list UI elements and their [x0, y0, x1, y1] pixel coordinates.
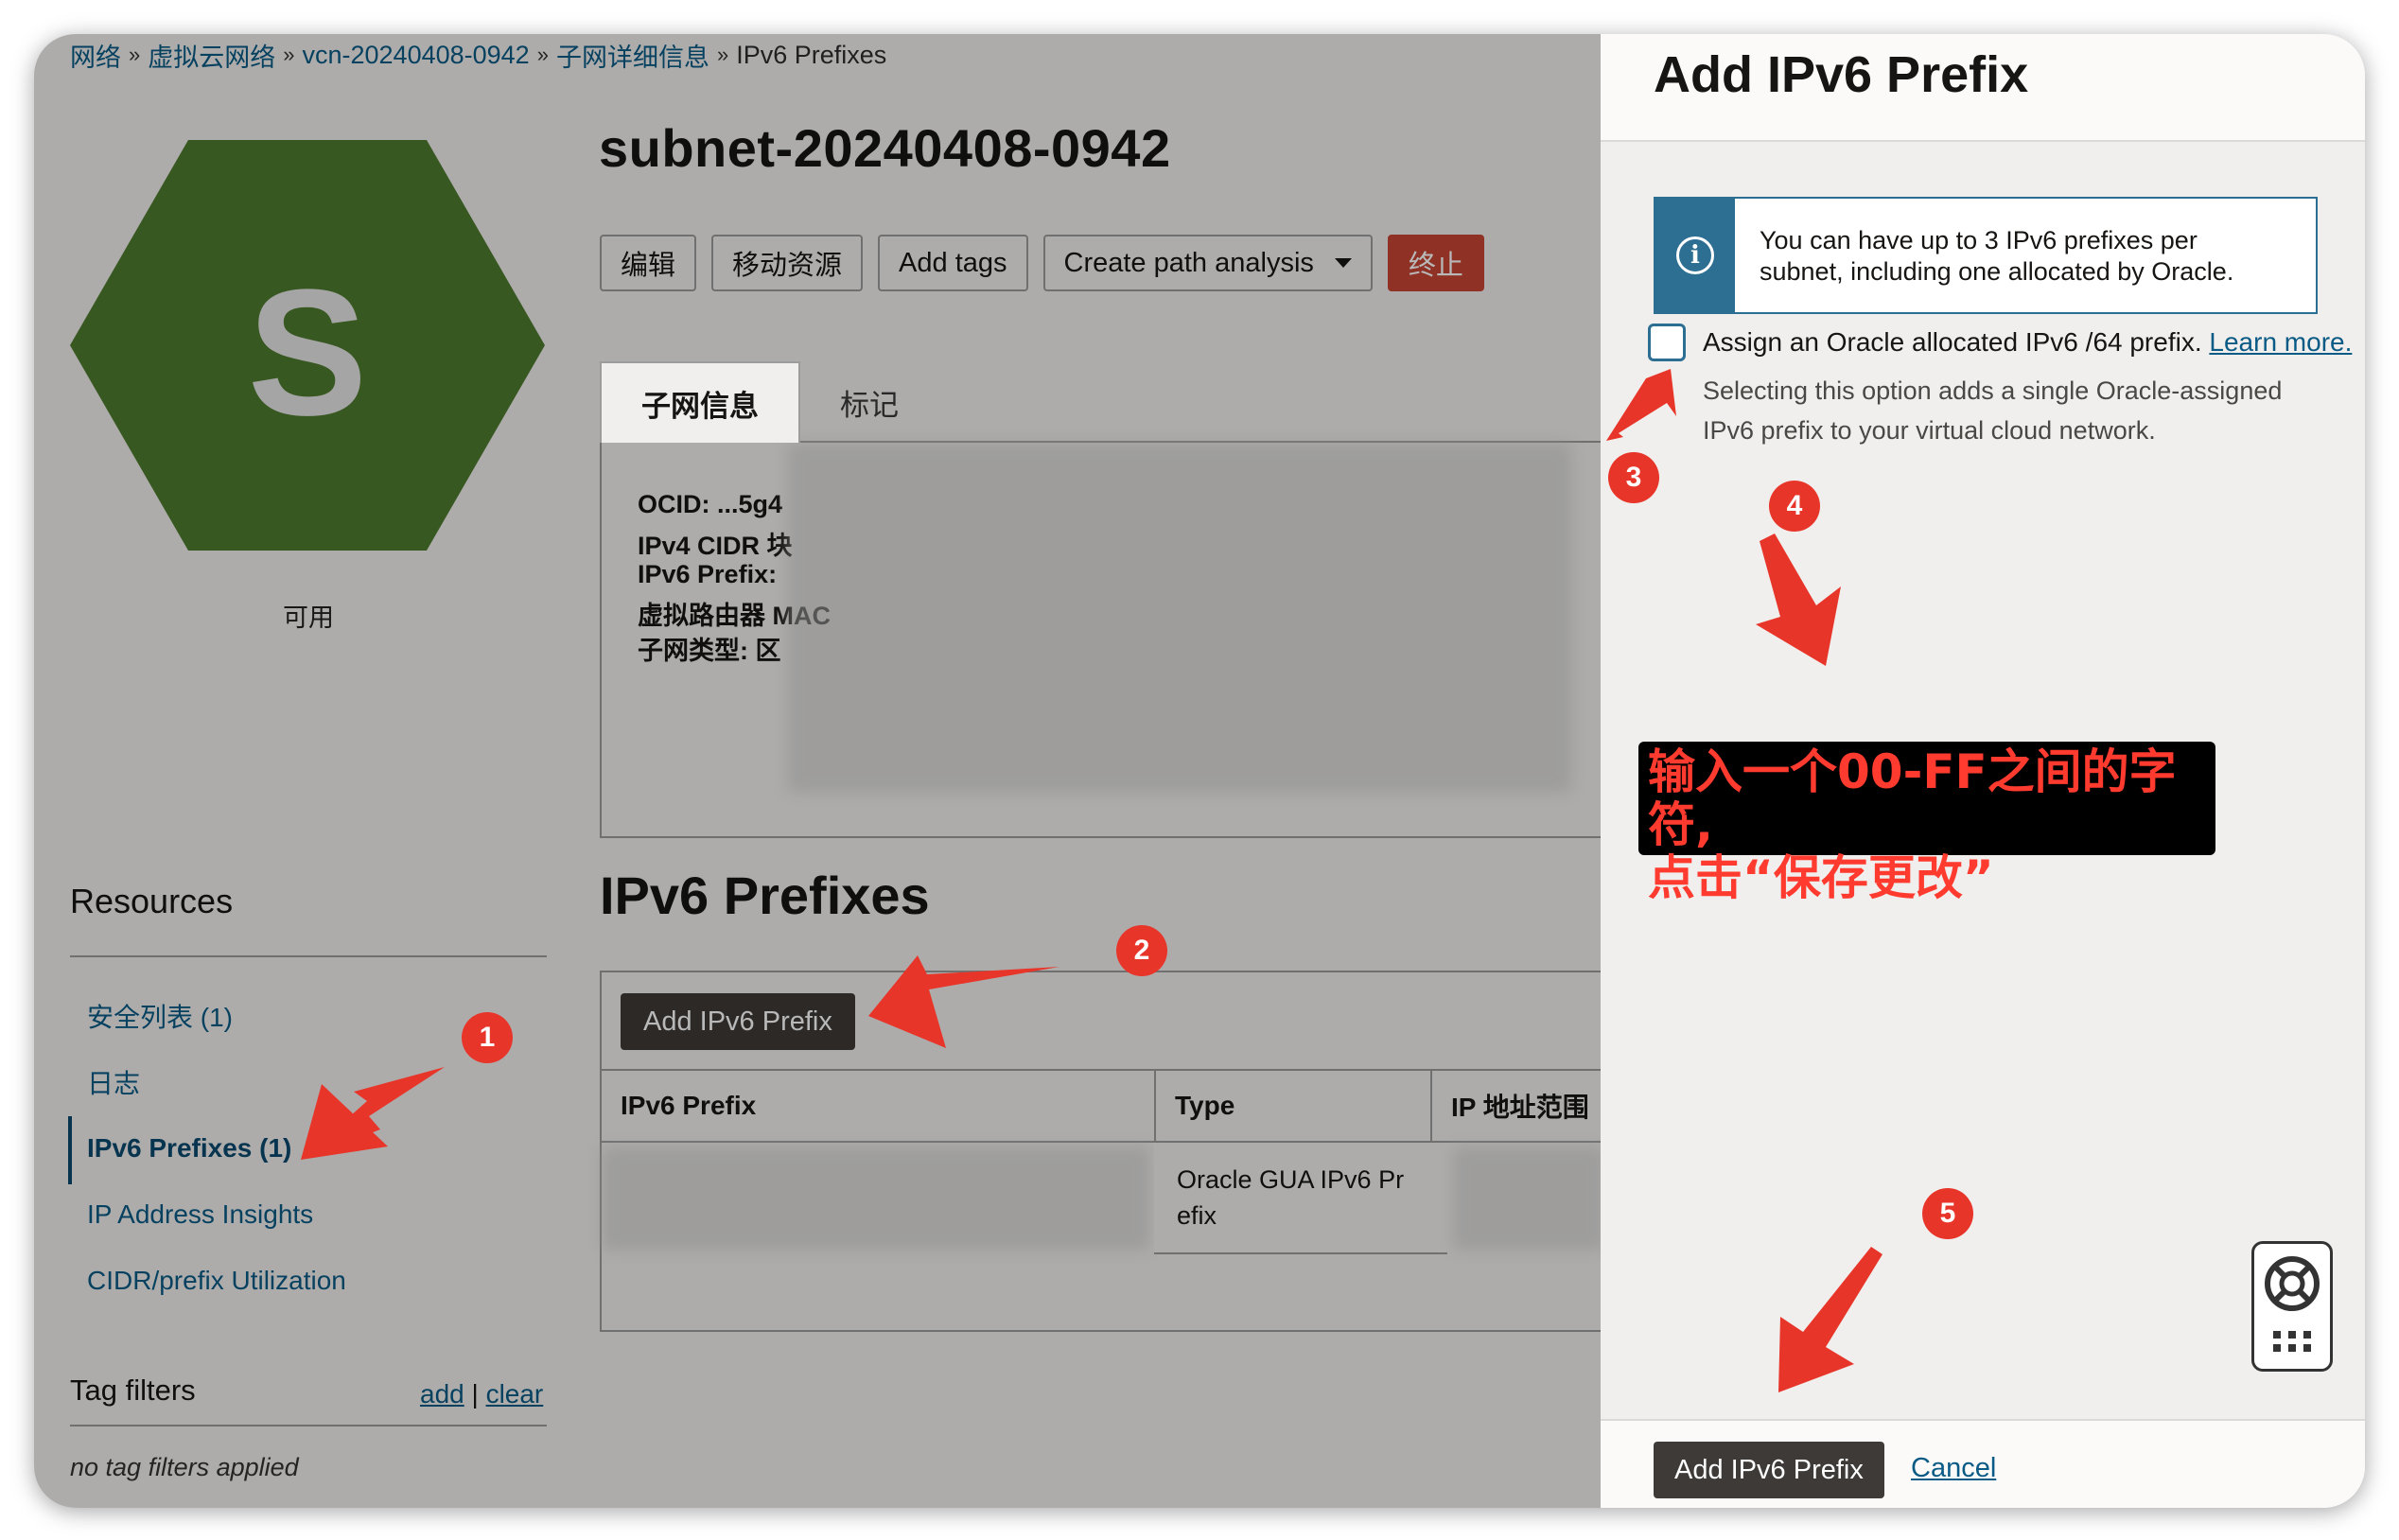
drawer-title: Add IPv6 Prefix	[1654, 46, 2029, 103]
drawer-header: Add IPv6 Prefix	[1601, 34, 2365, 142]
oracle-allocated-prefix-checkbox[interactable]	[1648, 324, 1686, 361]
grid-menu-icon	[2273, 1331, 2311, 1352]
cancel-link[interactable]: Cancel	[1911, 1453, 1996, 1484]
learn-more-link[interactable]: Learn more.	[2209, 327, 2352, 357]
checkbox-help-text: Selecting this option adds a single Orac…	[1703, 371, 2327, 450]
info-banner-side: i	[1655, 199, 1735, 312]
tab-subnet-info[interactable]: 子网信息	[600, 361, 800, 443]
checkbox-label: Assign an Oracle allocated IPv6 /64 pref…	[1703, 327, 2352, 358]
browser-frame: 网络 » 虚拟云网络 » vcn-20240408-0942 » 子网详细信息 …	[34, 34, 2365, 1508]
info-banner-text: You can have up to 3 IPv6 prefixes per s…	[1735, 199, 2258, 312]
add-ipv6-prefix-drawer: Add IPv6 Prefix i You can have up to 3 I…	[1601, 34, 2365, 1508]
help-line-1: Selecting this option adds a single Orac…	[1703, 376, 2283, 405]
subnet-details-page: 网络 » 虚拟云网络 » vcn-20240408-0942 » 子网详细信息 …	[34, 34, 1604, 1508]
modal-overlay[interactable]	[34, 34, 1601, 1508]
info-line-2: subnet, including one allocated by Oracl…	[1760, 257, 2234, 286]
add-ipv6-prefix-submit-button[interactable]: Add IPv6 Prefix	[1654, 1442, 1884, 1498]
help-widget[interactable]	[2251, 1241, 2333, 1372]
lifebuoy-icon	[2265, 1256, 2320, 1311]
info-banner: i You can have up to 3 IPv6 prefixes per…	[1654, 197, 2318, 314]
help-line-2: IPv6 prefix to your virtual cloud networ…	[1703, 416, 2156, 445]
checkbox-label-text: Assign an Oracle allocated IPv6 /64 pref…	[1703, 327, 2202, 357]
info-line-1: You can have up to 3 IPv6 prefixes per	[1760, 226, 2198, 254]
info-icon: i	[1676, 236, 1714, 274]
